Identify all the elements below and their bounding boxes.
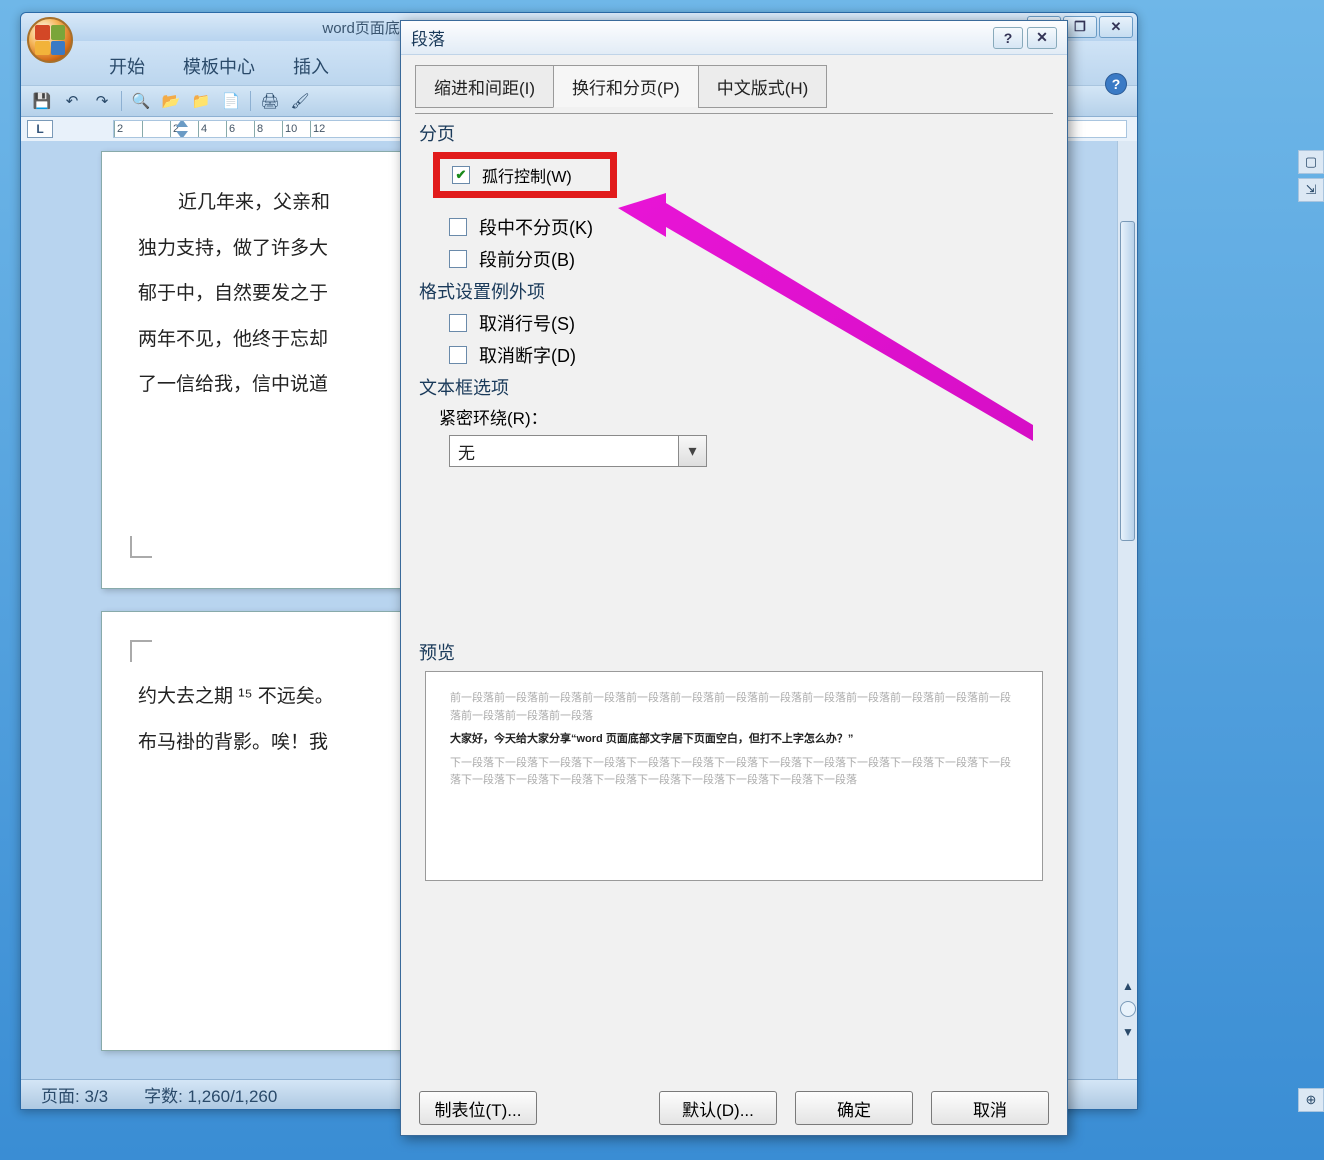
scroll-thumb[interactable] <box>1120 221 1135 541</box>
tabs-button[interactable]: 制表位(T)... <box>419 1091 537 1125</box>
page-margin-mark <box>130 640 152 662</box>
select-browse-object-icon[interactable] <box>1120 1001 1136 1017</box>
preview-grey-text: 前一段落前一段落前一段落前一段落前一段落前一段落前一段落前一段落前一段落前一段落… <box>450 690 1018 725</box>
body-text: 了一信给我，信中说道 <box>138 362 410 408</box>
checkbox-label: 孤行控制(W) <box>482 163 572 187</box>
section-pagination: 分页 <box>419 120 1053 146</box>
split-window-icon[interactable]: ⇲ <box>1298 178 1324 202</box>
preview-sample-text: 大家好，今天给大家分享“word 页面底部文字居下页面空白，但打不上字怎么办？” <box>450 731 1018 749</box>
checkbox-widow-control[interactable] <box>452 166 470 184</box>
body-text: 约大去之期 ¹⁵ 不远矣。 <box>138 674 410 720</box>
dialog-help-button[interactable]: ? <box>993 27 1023 49</box>
redo-icon[interactable]: ↷ <box>89 89 115 113</box>
checkbox-no-hyphenation[interactable] <box>449 346 467 364</box>
tight-wrap-dropdown[interactable]: 无 ▾ <box>449 435 1053 467</box>
save-icon[interactable]: 💾 <box>29 89 55 113</box>
ruler-mark: 2 <box>114 121 142 137</box>
checkbox-label: 取消行号(S) <box>479 310 575 336</box>
tab-asian-typography[interactable]: 中文版式(H) <box>698 65 828 108</box>
folder-icon[interactable]: 📁 <box>188 89 214 113</box>
ruler-mark: 10 <box>282 121 310 137</box>
ok-button[interactable]: 确定 <box>795 1091 913 1125</box>
ruler-toggle-icon[interactable]: ▢ <box>1298 150 1324 174</box>
ruler-mark: 6 <box>226 121 254 137</box>
tab-indent-spacing[interactable]: 缩进和间距(I) <box>415 65 554 108</box>
dialog-close-button[interactable]: ✕ <box>1027 27 1057 49</box>
document-page-1[interactable]: 近几年来，父亲和 独力支持，做了许多大 郁于中，自然要发之于 两年不见，他终于忘… <box>101 151 431 589</box>
brush-icon[interactable]: 🖌 <box>287 89 313 113</box>
undo-icon[interactable]: ↶ <box>59 89 85 113</box>
tab-stop-type[interactable]: L <box>27 120 53 138</box>
word-count[interactable]: 字数: 1,260/1,260 <box>144 1082 277 1107</box>
body-text: 郁于中，自然要发之于 <box>138 271 410 317</box>
tab-line-page-breaks[interactable]: 换行和分页(P) <box>553 65 699 108</box>
highlight-annotation: 孤行控制(W) <box>433 152 617 198</box>
ruler-mark: 12 <box>310 121 338 137</box>
dialog-title: 段落 <box>411 25 445 50</box>
next-page-icon[interactable]: ▼ <box>1122 1025 1134 1039</box>
prev-page-icon[interactable]: ▲ <box>1122 979 1134 993</box>
body-text: 近几年来，父亲和 <box>138 180 410 226</box>
checkbox-label: 段中不分页(K) <box>479 214 593 240</box>
page-margin-mark <box>130 536 152 558</box>
preview-box: 前一段落前一段落前一段落前一段落前一段落前一段落前一段落前一段落前一段落前一段落… <box>425 671 1043 881</box>
section-preview: 预览 <box>419 639 1053 665</box>
section-textbox-options: 文本框选项 <box>419 374 1053 400</box>
tight-wrap-value: 无 <box>449 435 679 467</box>
page-indicator[interactable]: 页面: 3/3 <box>41 1082 108 1107</box>
cancel-button[interactable]: 取消 <box>931 1091 1049 1125</box>
open-icon[interactable]: 📂 <box>158 89 184 113</box>
print-icon[interactable]: 🖨 <box>257 89 283 113</box>
help-icon[interactable]: ? <box>1105 73 1127 95</box>
section-exceptions: 格式设置例外项 <box>419 278 1053 304</box>
first-line-indent-marker[interactable] <box>176 120 188 127</box>
preview-grey-text: 下一段落下一段落下一段落下一段落下一段落下一段落下一段落下一段落下一段落下一段落… <box>450 755 1018 790</box>
hanging-indent-marker[interactable] <box>176 131 188 138</box>
document-page-2[interactable]: 约大去之期 ¹⁵ 不远矣。 布马褂的背影。唉！我 <box>101 611 431 1051</box>
ribbon-tab-templates[interactable]: 模板中心 <box>165 47 273 85</box>
checkbox-label: 段前分页(B) <box>479 246 575 272</box>
chevron-down-icon[interactable]: ▾ <box>679 435 707 467</box>
ribbon-tab-insert[interactable]: 插入 <box>275 47 347 85</box>
body-text: 独力支持，做了许多大 <box>138 226 410 272</box>
ruler-mark: 4 <box>198 121 226 137</box>
dialog-titlebar[interactable]: 段落 ? ✕ <box>401 21 1067 55</box>
close-button[interactable]: ✕ <box>1099 16 1133 38</box>
checkbox-keep-lines-together[interactable] <box>449 218 467 236</box>
body-text: 两年不见，他终于忘却 <box>138 317 410 363</box>
checkbox-label: 取消断字(D) <box>479 342 576 368</box>
default-button[interactable]: 默认(D)... <box>659 1091 777 1125</box>
body-text: 布马褂的背影。唉！我 <box>138 720 410 766</box>
checkbox-suppress-line-numbers[interactable] <box>449 314 467 332</box>
dialog-tab-row: 缩进和间距(I) 换行和分页(P) 中文版式(H) <box>415 65 1053 108</box>
office-button[interactable] <box>27 17 73 63</box>
tight-wrap-label: 紧密环绕(R)： <box>439 404 1053 429</box>
checkbox-page-break-before[interactable] <box>449 250 467 268</box>
zoom-plus-icon[interactable]: ⊕ <box>1298 1088 1324 1112</box>
ruler-mark <box>142 121 170 137</box>
new-doc-icon[interactable]: 📄 <box>218 89 244 113</box>
dialog-footer: 制表位(T)... 默认(D)... 确定 取消 <box>401 1091 1067 1125</box>
vertical-scrollbar[interactable]: ▲ ▼ <box>1117 141 1137 1079</box>
print-preview-icon[interactable]: 🔍 <box>128 89 154 113</box>
restore-button[interactable]: ❐ <box>1063 16 1097 38</box>
ribbon-tab-home[interactable]: 开始 <box>91 47 163 85</box>
paragraph-dialog: 段落 ? ✕ 缩进和间距(I) 换行和分页(P) 中文版式(H) 分页 孤行控制… <box>400 20 1068 1136</box>
ruler-mark: 8 <box>254 121 282 137</box>
